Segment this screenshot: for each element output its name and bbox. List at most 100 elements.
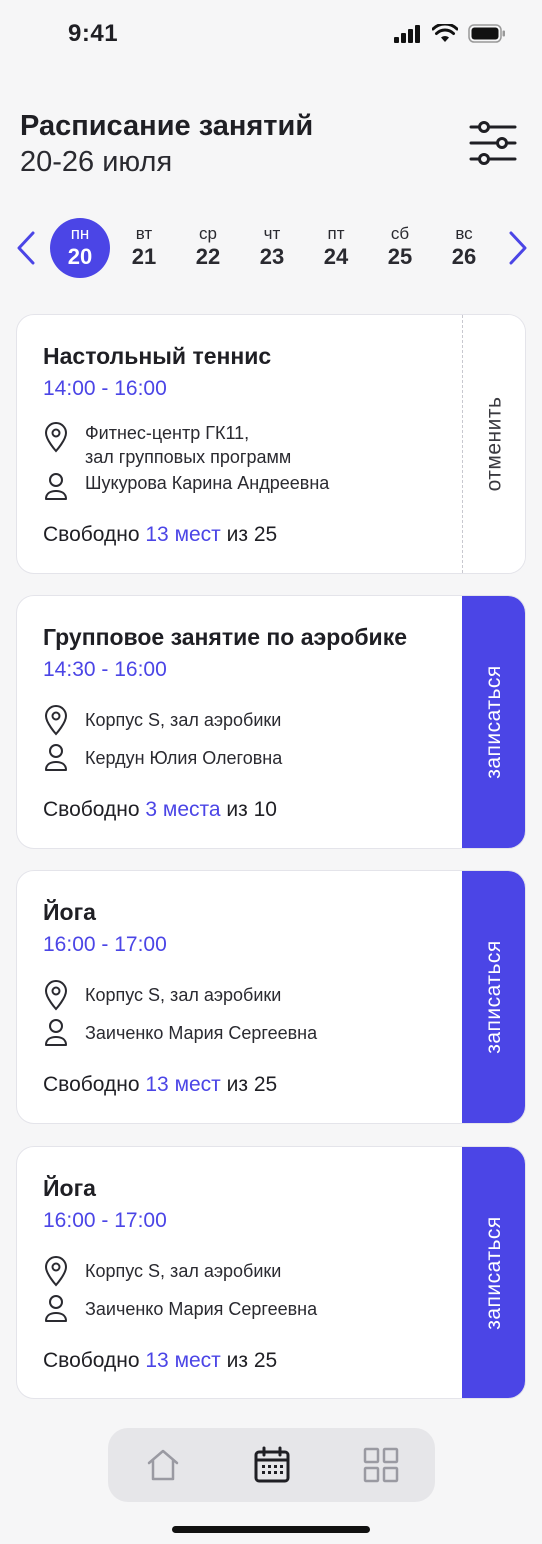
location-row: Корпус S, зал аэробики [43,704,281,736]
person-icon [45,473,67,500]
class-title: Групповое занятие по аэробике [43,624,407,650]
day-number: 22 [195,244,221,269]
day-mon[interactable]: пн 20 [50,218,110,278]
seats-info: Свободно 13 мест из 25 [43,1349,277,1373]
person-icon [45,1019,67,1046]
date-range: 20-26 июля [20,146,173,178]
signup-button[interactable]: записаться [462,871,525,1123]
wifi-icon [432,24,458,42]
signal-icon [394,24,420,43]
seats-prefix: Свободно [43,1073,146,1096]
seats-prefix: Свободно [43,798,146,821]
seats-info: Свободно 3 места из 10 [43,798,277,822]
day-label: пн [70,224,90,243]
battery-icon [468,24,505,43]
trainer-row: Шукурова Карина Андреевна [43,471,329,503]
location-pin-icon [44,705,68,736]
signup-button[interactable]: записаться [462,596,525,848]
cancel-button[interactable]: отменить [462,315,525,573]
location-pin-icon [44,980,68,1011]
calendar-icon [254,1446,289,1483]
signup-label: записаться [481,1215,505,1330]
signup-label: записаться [481,665,505,779]
location-pin-icon [44,1256,68,1287]
day-sat[interactable]: сб 25 [370,218,430,278]
bottom-nav [108,1428,435,1502]
day-number: 23 [259,244,285,269]
chevron-right-icon [509,231,527,265]
person-icon [45,744,67,771]
day-number: 21 [131,244,157,269]
trainer-row: Кердун Юлия Олеговна [43,742,282,774]
class-location: Корпус S, зал аэробики [85,985,282,1005]
seats-available: 3 места [145,798,221,821]
seats-prefix: Свободно [43,1349,146,1372]
class-trainer: Заиченко Мария Сергеевна [85,1023,318,1043]
class-time: 16:00 - 17:00 [43,933,167,956]
header: Расписание занятий 20-26 июля [20,108,522,188]
seats-prefix: Свободно [43,523,146,546]
class-location: Корпус S, зал аэробики [85,710,282,730]
day-label: ср [199,224,217,243]
day-sun[interactable]: вс 26 [434,218,494,278]
location-pin-icon [44,422,68,453]
day-number: 20 [67,244,93,269]
class-title: Йога [43,1175,96,1201]
seats-total: из 25 [220,523,278,546]
class-time: 14:00 - 16:00 [43,377,167,400]
signup-label: записаться [481,940,505,1054]
day-thu[interactable]: чт 23 [242,218,302,278]
location-row: Корпус S, зал аэробики [43,979,281,1011]
day-label: чт [263,224,281,243]
seats-available: 13 мест [145,1349,221,1372]
seats-info: Свободно 13 мест из 25 [43,1073,277,1097]
day-number: 26 [451,244,477,269]
trainer-row: Заиченко Мария Сергеевна [43,1017,317,1049]
day-label: сб [390,224,410,243]
day-label: вт [135,224,153,243]
seats-available: 13 мест [145,523,221,546]
class-card[interactable]: Йога 16:00 - 17:00 Корпус S, зал аэробик… [16,1146,526,1399]
seats-total: из 10 [220,798,277,821]
next-week-button[interactable] [502,230,532,266]
trainer-row: Заиченко Мария Сергеевна [43,1293,317,1325]
day-number: 24 [323,244,349,269]
home-icon [147,1449,178,1481]
day-fri[interactable]: пт 24 [306,218,366,278]
seats-available: 13 мест [145,1073,221,1096]
class-time: 14:30 - 16:00 [43,658,167,681]
class-trainer: Шукурова Карина Андреевна [85,473,330,493]
page-title: Расписание занятий [20,110,314,142]
day-tue[interactable]: вт 21 [114,218,174,278]
class-location: Фитнес-центр ГК11, зал групповых програм… [85,423,292,467]
home-indicator [172,1526,370,1533]
class-card[interactable]: Йога 16:00 - 17:00 Корпус S, зал аэробик… [16,870,526,1124]
signup-button[interactable]: записаться [462,1147,525,1398]
class-location: Корпус S, зал аэробики [85,1261,282,1281]
class-title: Настольный теннис [43,343,272,369]
class-card[interactable]: Групповое занятие по аэробике 14:30 - 16… [16,595,526,849]
nav-home[interactable] [136,1438,190,1492]
day-wed[interactable]: ср 22 [178,218,238,278]
filter-icon [469,121,517,165]
location-row: Фитнес-центр ГК11, зал групповых програм… [43,421,291,469]
day-number: 25 [387,244,413,269]
class-trainer: Заиченко Мария Сергеевна [85,1299,318,1319]
chevron-left-icon [17,231,35,265]
day-label: вс [455,224,473,243]
filter-button[interactable] [468,120,518,166]
seats-total: из 25 [220,1349,278,1372]
seats-info: Свободно 13 мест из 25 [43,523,277,547]
grid-icon [363,1447,398,1483]
status-time: 9:41 [68,20,119,47]
nav-menu[interactable] [354,1438,408,1492]
class-title: Йога [43,899,96,925]
nav-schedule[interactable] [245,1438,299,1492]
class-trainer: Кердун Юлия Олеговна [85,748,283,768]
status-icons [394,24,506,43]
prev-week-button[interactable] [12,230,42,266]
class-time: 16:00 - 17:00 [43,1209,167,1232]
status-bar: 9:41 [0,0,542,72]
class-card[interactable]: Настольный теннис 14:00 - 16:00 Фитнес-ц… [16,314,526,574]
week-selector: пн 20 вт 21 ср 22 чт 23 пт 24 сб 25 вс 2… [0,212,542,284]
